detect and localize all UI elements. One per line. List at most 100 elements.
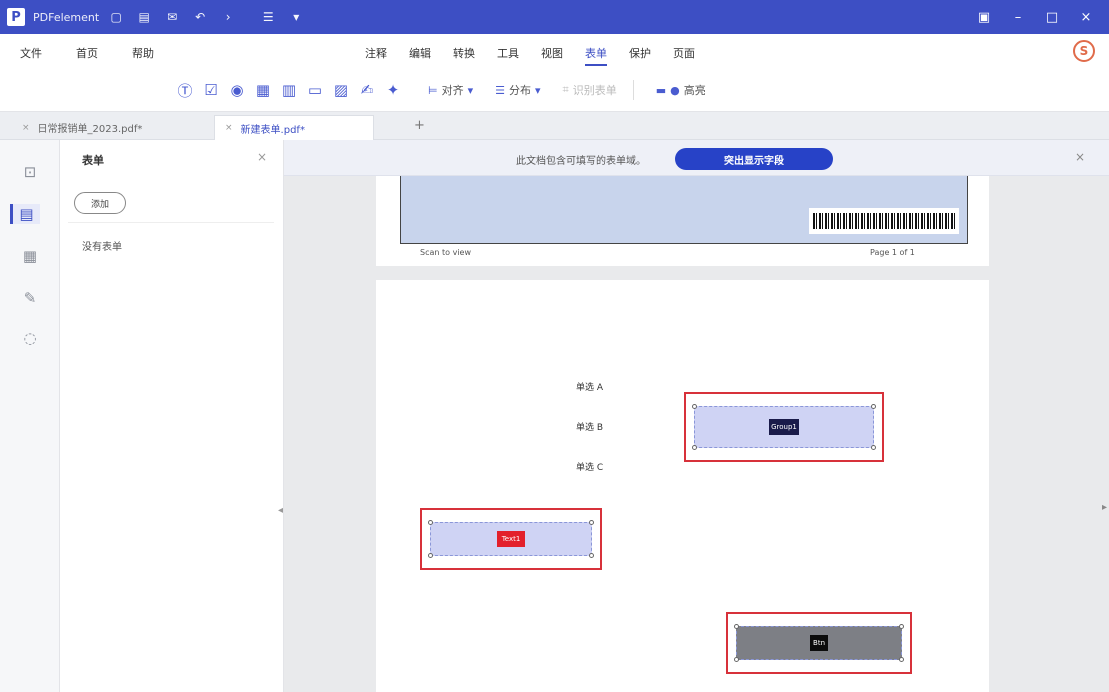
menu-item-home[interactable]: 首页 [76, 45, 98, 61]
redo-icon[interactable]: › [217, 10, 239, 24]
menu-item-convert[interactable]: 转换 [453, 45, 475, 66]
highlight-label: 高亮 [683, 84, 706, 97]
resize-handle[interactable] [899, 624, 904, 629]
chevron-down-icon: ▾ [467, 83, 474, 97]
menu-left-group: 文件 首页 帮助 [20, 45, 154, 61]
search-icon[interactable]: ◌ [20, 328, 40, 348]
new-tab-button[interactable]: + [414, 118, 425, 133]
attachment-icon[interactable]: ✎ [20, 288, 40, 308]
page-caption-left: Scan to view [420, 248, 471, 257]
tab-document-2[interactable]: × 新建表单.pdf* [214, 115, 374, 140]
form-notification-bar: 此文档包含可填写的表单域。 突出显示字段 × [284, 140, 1109, 176]
pdf-page-1: Scan to view Page 1 of 1 [376, 176, 989, 266]
empty-state-text: 没有表单 [82, 242, 122, 253]
resize-handle[interactable] [589, 553, 594, 558]
close-icon[interactable]: × [1069, 10, 1103, 25]
tab-label: 日常报销单_2023.pdf* [37, 124, 143, 135]
avatar[interactable]: S [1073, 40, 1095, 62]
field-name-chip: Text1 [497, 531, 525, 547]
field-name-chip: Btn [810, 635, 828, 651]
pages-icon[interactable]: ▦ [20, 246, 40, 266]
form-toolbar: Ⓣ ☑ ◉ ▦ ▥ ▭ ▨ ✍ ✦ ⊨ 对齐 ▾ ☰ 分布 ▾ ⌗ 识别表单 ▬… [0, 68, 1109, 112]
resize-handle[interactable] [589, 520, 594, 525]
resize-handle[interactable] [692, 404, 697, 409]
document-tab-bar: × 日常报销单_2023.pdf* × 新建表单.pdf* + [0, 112, 1109, 140]
banner-text: 此文档包含可填写的表单域。 [516, 156, 646, 167]
menu-item-file[interactable]: 文件 [20, 45, 42, 61]
chevron-down-icon: ▾ [535, 83, 541, 97]
pdf-page-2: 单选 A 单选 B 单选 C Group1 Text1 Btn [376, 280, 989, 692]
close-icon[interactable]: × [1075, 150, 1085, 164]
checkbox-icon[interactable]: ☑ [198, 78, 224, 102]
bookmark-icon[interactable]: ⊡ [20, 162, 40, 182]
form-field-text1[interactable]: Text1 [420, 508, 602, 570]
radio-button-icon[interactable]: ◉ [224, 78, 250, 102]
field-body: Group1 [692, 404, 876, 450]
align-dropdown[interactable]: ⊨ 对齐 ▾ [428, 82, 473, 98]
resize-handle[interactable] [871, 445, 876, 450]
menu-item-comment[interactable]: 注释 [365, 45, 387, 66]
undo-icon[interactable]: ↶ [189, 10, 211, 24]
close-tab-icon[interactable]: × [22, 123, 30, 133]
add-field-button[interactable]: 添加 [74, 192, 126, 214]
forms-icon[interactable]: ▤ [10, 204, 40, 224]
right-panel-handle[interactable]: ▸ [1102, 502, 1107, 513]
highlight-toggle[interactable]: ▬ ● 高亮 [656, 82, 706, 98]
combo-box-icon[interactable]: ▦ [250, 78, 276, 102]
distribute-icon: ☰ [495, 83, 505, 97]
document-viewer[interactable]: Scan to view Page 1 of 1 单选 A 单选 B 单选 C … [284, 176, 1109, 692]
print-icon[interactable]: ▤ [133, 10, 155, 24]
radio-label-b: 单选 B [576, 423, 604, 433]
recognize-icon: ⌗ [562, 83, 569, 96]
save-icon[interactable]: ▢ [105, 10, 127, 24]
signature-icon[interactable]: ✍ [354, 78, 380, 102]
menu-item-protect[interactable]: 保护 [629, 45, 651, 66]
maximize-icon[interactable]: □ [1035, 10, 1069, 25]
panel-collapse-handle[interactable]: ◂ [278, 505, 283, 516]
title-bar: P PDFelement ▢ ▤ ✉ ↶ › ☰ ▾ ▣ – □ × [0, 0, 1109, 34]
menu-item-help[interactable]: 帮助 [132, 45, 154, 61]
button-icon[interactable]: ▭ [302, 78, 328, 102]
menu-item-page[interactable]: 页面 [673, 45, 695, 66]
form-field-button[interactable]: Btn [726, 612, 912, 674]
recognize-form-button[interactable]: ⌗ 识别表单 [563, 82, 617, 98]
restore-icon[interactable]: ▣ [967, 10, 1001, 25]
tab-document-1[interactable]: × 日常报销单_2023.pdf* [12, 115, 152, 140]
distribute-dropdown[interactable]: ☰ 分布 ▾ [495, 82, 540, 98]
left-rail: ⊡ ▤ ▦ ✎ ◌ [0, 140, 60, 692]
app-name: PDFelement [33, 10, 100, 24]
date-icon[interactable]: ✦ [380, 78, 406, 102]
align-icon: ⊨ [428, 83, 438, 97]
barcode-image [809, 208, 959, 234]
menu-item-view[interactable]: 视图 [541, 45, 563, 66]
form-field-group1[interactable]: Group1 [684, 392, 884, 462]
menu-item-edit[interactable]: 编辑 [409, 45, 431, 66]
resize-handle[interactable] [692, 445, 697, 450]
pin-icon[interactable]: ▾ [285, 10, 307, 24]
close-tab-icon[interactable]: × [225, 123, 233, 133]
align-label: 对齐 [441, 84, 464, 97]
list-box-icon[interactable]: ▥ [276, 78, 302, 102]
resize-handle[interactable] [734, 624, 739, 629]
field-body: Btn [734, 624, 904, 662]
highlight-fields-button[interactable]: 突出显示字段 [675, 148, 833, 170]
image-field-icon[interactable]: ▨ [328, 78, 354, 102]
resize-handle[interactable] [871, 404, 876, 409]
tab-label: 新建表单.pdf* [240, 124, 305, 136]
menu-icon[interactable]: ☰ [257, 10, 279, 24]
panel-divider [68, 222, 274, 223]
menu-item-tools[interactable]: 工具 [497, 45, 519, 66]
resize-handle[interactable] [428, 520, 433, 525]
menu-bar: 文件 首页 帮助 注释 编辑 转换 工具 视图 表单 保护 页面 S [0, 34, 1109, 68]
mail-icon[interactable]: ✉ [161, 10, 183, 24]
resize-handle[interactable] [428, 553, 433, 558]
menu-center-group: 注释 编辑 转换 工具 视图 表单 保护 页面 [365, 45, 695, 66]
minimize-icon[interactable]: – [1001, 10, 1035, 25]
resize-handle[interactable] [899, 657, 904, 662]
recognize-label: 识别表单 [572, 84, 617, 97]
resize-handle[interactable] [734, 657, 739, 662]
app-logo-icon: P [7, 8, 25, 26]
text-field-icon[interactable]: Ⓣ [172, 78, 198, 102]
close-icon[interactable]: × [257, 150, 267, 164]
menu-item-form[interactable]: 表单 [585, 45, 607, 66]
